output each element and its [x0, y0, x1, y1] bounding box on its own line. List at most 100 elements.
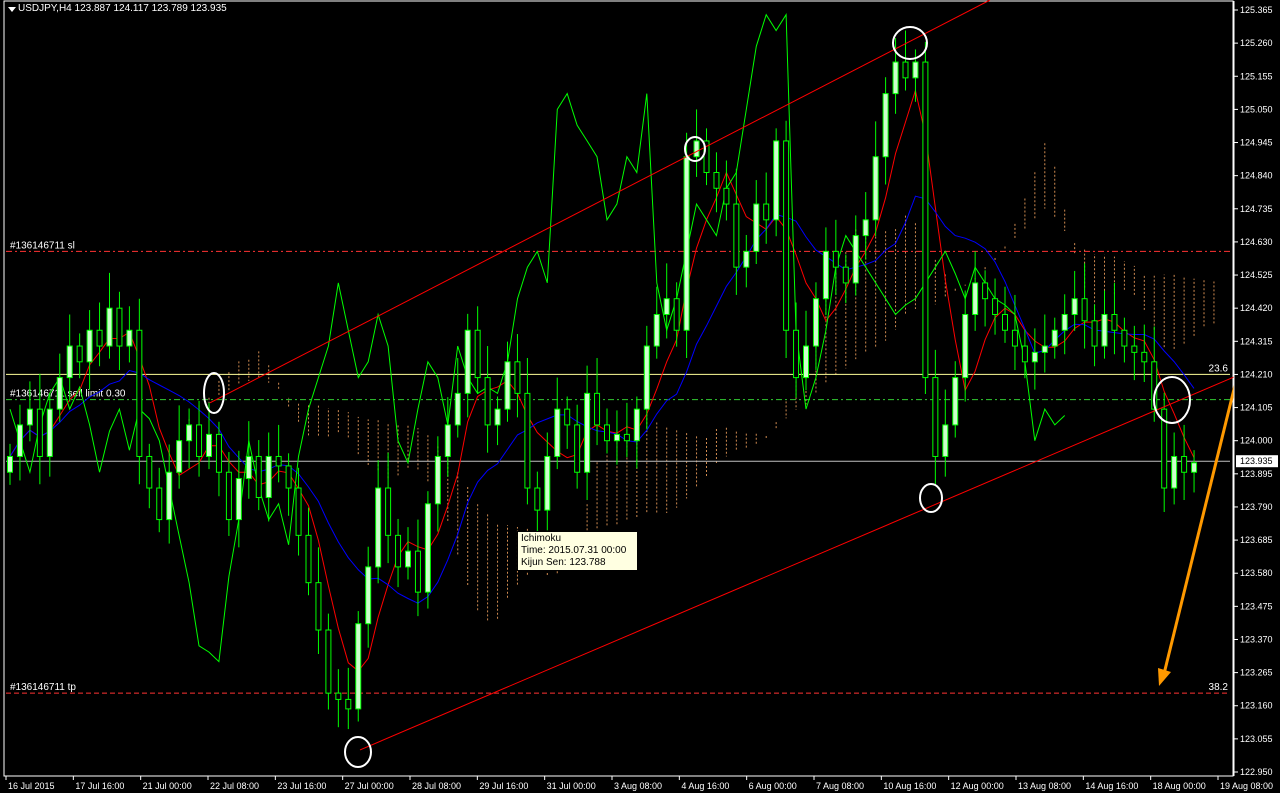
candle-body — [972, 282, 979, 315]
y-tick-label: 123.160 — [1240, 701, 1273, 711]
candle-body — [803, 345, 809, 379]
y-tick-label: 123.580 — [1240, 568, 1273, 578]
y-tick-label: 123.475 — [1240, 601, 1273, 611]
candle-body — [723, 187, 730, 205]
x-tick-label: 6 Aug 00:00 — [749, 781, 797, 791]
y-tick-label: 124.210 — [1240, 369, 1273, 379]
candle-body — [912, 61, 919, 79]
candle-body — [1131, 345, 1138, 353]
candle-body — [355, 623, 362, 710]
candle-body — [245, 455, 252, 480]
x-tick-label: 31 Jul 00:00 — [547, 781, 596, 791]
y-tick-label: 124.000 — [1240, 436, 1273, 446]
candle-body — [872, 156, 879, 221]
candle-body — [653, 313, 660, 347]
candle-body — [444, 424, 451, 457]
candle-body — [1091, 320, 1098, 347]
candle-body — [176, 440, 183, 473]
y-tick-label: 125.155 — [1240, 71, 1273, 81]
candle-body — [315, 582, 322, 631]
candle-body — [16, 424, 23, 457]
candle-body — [683, 156, 690, 331]
candle-body — [146, 455, 153, 489]
candle-body — [7, 455, 13, 473]
candle-body — [1191, 462, 1198, 473]
x-tick-label: 13 Aug 08:00 — [1018, 781, 1071, 791]
chart-menu-icon[interactable] — [8, 7, 16, 12]
candle-body — [584, 392, 591, 473]
candle-body — [842, 266, 849, 284]
x-tick-label: 12 Aug 00:00 — [951, 781, 1004, 791]
x-tick-label: 17 Jul 16:00 — [75, 781, 124, 791]
candle-body — [1031, 351, 1038, 363]
y-tick-label: 122.950 — [1240, 767, 1273, 777]
candle-body — [156, 487, 163, 521]
candle-body — [484, 377, 491, 426]
candle-body — [922, 61, 929, 379]
x-tick-label: 21 Jul 00:00 — [143, 781, 192, 791]
candle-body — [524, 392, 531, 489]
candle-body — [196, 424, 203, 457]
candle-body — [255, 455, 262, 498]
candle-body — [554, 408, 561, 457]
candle-body — [66, 345, 73, 379]
tooltip-title: Ichimoku — [521, 533, 562, 544]
candle-body — [763, 203, 770, 221]
candle-body — [534, 487, 541, 511]
y-tick-label: 124.525 — [1240, 270, 1273, 280]
candle-body — [1071, 298, 1078, 315]
candle-body — [335, 692, 342, 700]
candle-body — [733, 203, 740, 268]
candle-body — [295, 487, 302, 536]
tp-label: #136146711 tp — [10, 682, 76, 693]
candle-body — [1051, 329, 1058, 347]
candle-body — [186, 424, 193, 442]
candle-body — [1111, 313, 1118, 331]
tooltip-kijun: Kijun Sen: 123.788 — [521, 557, 606, 568]
candle-body — [365, 566, 372, 625]
x-tick-label: 14 Aug 16:00 — [1085, 781, 1138, 791]
candle-body — [76, 345, 83, 363]
candle-body — [932, 377, 939, 457]
price-chart[interactable]: #136146711 sl #136146711 sell limit 0.30 #… — [0, 0, 1280, 793]
candle-body — [106, 307, 113, 347]
candle-body — [86, 329, 93, 363]
candle-body — [206, 433, 212, 457]
candle-body — [166, 471, 173, 521]
candle-body — [126, 329, 133, 347]
y-tick-label: 124.420 — [1240, 303, 1273, 313]
candle-body — [1181, 455, 1188, 473]
candle-body — [564, 408, 571, 426]
candle-body — [1081, 298, 1088, 322]
candle-body — [942, 424, 949, 457]
candle-body — [773, 140, 780, 221]
candle-body — [743, 250, 750, 268]
candle-body — [116, 307, 123, 347]
candle-body — [673, 298, 680, 331]
x-tick-label: 28 Jul 08:00 — [412, 781, 461, 791]
candle-body — [1061, 313, 1068, 331]
y-tick-label: 123.265 — [1240, 668, 1273, 678]
candle-body — [345, 698, 352, 710]
current-price-label: 123.935 — [1240, 456, 1273, 466]
candle-body — [1041, 345, 1048, 353]
candle-body — [643, 345, 650, 410]
candle-body — [36, 408, 43, 457]
candle-body — [474, 329, 481, 379]
candle-body — [982, 282, 989, 300]
candle-body — [225, 471, 232, 521]
x-tick-label: 4 Aug 16:00 — [681, 781, 729, 791]
candle-body — [623, 433, 630, 442]
candle-body — [882, 93, 889, 158]
sl-label: #136146711 sl — [10, 240, 75, 251]
y-tick-label: 124.735 — [1240, 204, 1273, 214]
candle-body — [604, 424, 610, 442]
y-tick-label: 125.260 — [1240, 38, 1273, 48]
y-tick-label: 124.840 — [1240, 171, 1273, 181]
candle-body — [215, 433, 222, 473]
y-tick-label: 124.945 — [1240, 138, 1273, 148]
sell-limit-label: #136146711 sell limit 0.30 — [10, 389, 126, 400]
y-tick-label: 124.105 — [1240, 403, 1273, 413]
fib-23-label: 23.6 — [1209, 363, 1229, 374]
y-tick-label: 123.370 — [1240, 634, 1273, 644]
